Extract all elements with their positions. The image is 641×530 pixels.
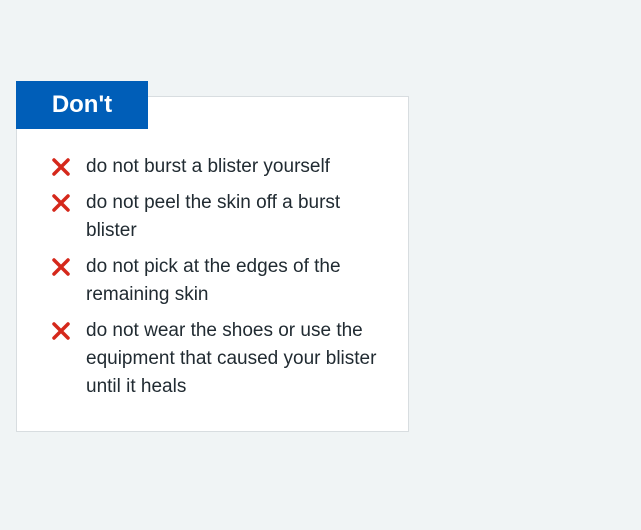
list-item: do not wear the shoes or use the equipme…	[52, 317, 382, 401]
cross-icon	[52, 158, 70, 176]
list-item-text: do not burst a blister yourself	[86, 156, 330, 177]
list-item-text: do not wear the shoes or use the equipme…	[86, 320, 377, 397]
cross-icon	[52, 194, 70, 212]
list-item: do not pick at the edges of the remainin…	[52, 253, 382, 309]
dont-card: do not burst a blister yourself do not p…	[16, 96, 409, 432]
list-item-text: do not pick at the edges of the remainin…	[86, 256, 341, 305]
cross-icon	[52, 258, 70, 276]
cross-icon	[52, 322, 70, 340]
list-item-text: do not peel the skin off a burst blister	[86, 192, 341, 241]
dont-heading: Don't	[16, 81, 148, 129]
list-item: do not burst a blister yourself	[52, 153, 382, 181]
list-item: do not peel the skin off a burst blister	[52, 189, 382, 245]
dont-list: do not burst a blister yourself do not p…	[52, 153, 382, 409]
